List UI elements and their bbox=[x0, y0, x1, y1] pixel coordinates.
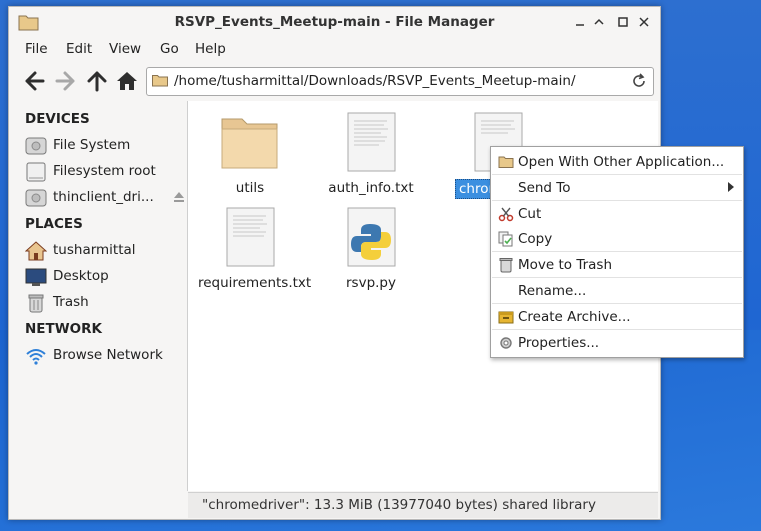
menu-file[interactable]: File bbox=[25, 41, 48, 57]
archive-icon bbox=[498, 311, 514, 324]
sidebar-heading-devices: DEVICES bbox=[25, 111, 90, 127]
sidebar-item-label: Filesystem root bbox=[53, 163, 156, 179]
submenu-arrow-icon bbox=[728, 182, 734, 192]
maximize-icon[interactable] bbox=[616, 14, 630, 30]
menu-item-label: Cut bbox=[518, 206, 542, 222]
close-icon[interactable] bbox=[637, 14, 651, 30]
sidebar-heading-network: NETWORK bbox=[25, 321, 102, 337]
trash-icon bbox=[499, 258, 513, 273]
sidebar-item-label: Browse Network bbox=[53, 347, 163, 363]
menu-create-archive[interactable]: Create Archive... bbox=[491, 304, 743, 330]
file-name: requirements.txt bbox=[198, 275, 312, 291]
back-arrow-icon[interactable] bbox=[23, 70, 47, 92]
forward-arrow-icon[interactable] bbox=[53, 70, 77, 92]
folder-icon bbox=[221, 118, 278, 169]
file-item[interactable]: requirements.txt bbox=[195, 206, 311, 292]
titlebar[interactable]: RSVP_Events_Meetup-main - File Manager bbox=[9, 7, 660, 38]
menu-go[interactable]: Go bbox=[160, 41, 179, 57]
folder-icon bbox=[152, 75, 168, 87]
menu-item-label: Move to Trash bbox=[518, 257, 613, 273]
sidebar-item-browse-network[interactable]: Browse Network bbox=[25, 344, 185, 368]
sidebar-item-label: tusharmittal bbox=[53, 242, 136, 258]
menu-item-label: Copy bbox=[518, 231, 553, 247]
text-file-icon bbox=[226, 207, 275, 267]
status-text: "chromedriver": 13.3 MiB (13977040 bytes… bbox=[202, 497, 596, 513]
wifi-icon bbox=[26, 349, 46, 365]
sidebar-heading-places: PLACES bbox=[25, 216, 83, 232]
menu-properties[interactable]: Properties... bbox=[491, 330, 743, 356]
sidebar-item-desktop[interactable]: Desktop bbox=[25, 265, 185, 289]
menu-copy[interactable]: Copy bbox=[491, 226, 743, 252]
menu-rename[interactable]: Rename... bbox=[491, 278, 743, 304]
menu-cut[interactable]: Cut bbox=[491, 201, 743, 227]
up-arrow-icon[interactable] bbox=[85, 70, 109, 92]
menu-help[interactable]: Help bbox=[195, 41, 226, 57]
home-folder-icon bbox=[25, 241, 47, 261]
menubar: File Edit View Go Help bbox=[9, 39, 660, 61]
text-file-icon bbox=[347, 112, 396, 172]
menu-item-label: Properties... bbox=[518, 335, 600, 351]
sidebar-item-label: File System bbox=[53, 137, 131, 153]
minimize-icon[interactable] bbox=[573, 14, 587, 30]
home-icon[interactable] bbox=[115, 70, 139, 92]
sidebar-item-thinclient-drives[interactable]: thinclient_dri... bbox=[25, 186, 185, 210]
menu-send-to[interactable]: Send To bbox=[491, 175, 743, 201]
menu-item-label: Open With Other Application... bbox=[518, 154, 725, 170]
file-name: auth_info.txt bbox=[328, 180, 414, 196]
scissors-icon bbox=[498, 207, 514, 222]
desktop-icon bbox=[25, 268, 47, 286]
menu-open-with-other-application[interactable]: Open With Other Application... bbox=[491, 149, 743, 175]
file-name: utils bbox=[235, 180, 265, 196]
sidebar-item-trash[interactable]: Trash bbox=[25, 291, 185, 315]
menu-view[interactable]: View bbox=[109, 41, 141, 57]
context-menu: Open With Other Application... Send To C… bbox=[490, 146, 744, 358]
eject-icon[interactable] bbox=[173, 191, 185, 204]
menu-edit[interactable]: Edit bbox=[66, 41, 92, 57]
file-item[interactable]: rsvp.py bbox=[316, 206, 426, 292]
sidebar-item-label: Trash bbox=[53, 294, 89, 310]
menu-item-label: Create Archive... bbox=[518, 309, 631, 325]
sidebar-item-label: Desktop bbox=[53, 268, 109, 284]
statusbar: "chromedriver": 13.3 MiB (13977040 bytes… bbox=[188, 492, 658, 518]
file-name: rsvp.py bbox=[346, 275, 396, 291]
menu-item-label: Send To bbox=[518, 180, 571, 196]
window-title: RSVP_Events_Meetup-main - File Manager bbox=[174, 14, 495, 30]
menu-move-to-trash[interactable]: Move to Trash bbox=[491, 252, 743, 278]
sidebar-item-label: thinclient_dri... bbox=[53, 189, 154, 205]
sidebar: DEVICES File System Filesystem root thin… bbox=[17, 101, 187, 491]
copy-icon bbox=[498, 231, 513, 247]
menu-item-label: Rename... bbox=[518, 283, 587, 299]
folder-icon bbox=[498, 156, 514, 168]
file-item[interactable]: utils bbox=[195, 111, 305, 197]
python-file-icon bbox=[347, 207, 396, 267]
sidebar-item-file-system[interactable]: File System bbox=[25, 134, 185, 158]
sidebar-item-home[interactable]: tusharmittal bbox=[25, 239, 185, 263]
shade-icon[interactable] bbox=[592, 14, 606, 30]
drive-icon bbox=[26, 162, 46, 182]
location-path: /home/tusharmittal/Downloads/RSVP_Events… bbox=[174, 73, 576, 89]
file-item[interactable]: auth_info.txt bbox=[316, 111, 426, 197]
hard-drive-icon bbox=[25, 189, 47, 207]
hard-drive-icon bbox=[25, 137, 47, 155]
location-bar[interactable]: /home/tusharmittal/Downloads/RSVP_Events… bbox=[146, 67, 654, 96]
reload-icon[interactable] bbox=[631, 72, 647, 90]
trash-icon bbox=[28, 294, 44, 313]
gear-icon bbox=[500, 337, 512, 349]
toolbar: /home/tusharmittal/Downloads/RSVP_Events… bbox=[9, 65, 660, 97]
sidebar-item-filesystem-root[interactable]: Filesystem root bbox=[25, 160, 185, 184]
